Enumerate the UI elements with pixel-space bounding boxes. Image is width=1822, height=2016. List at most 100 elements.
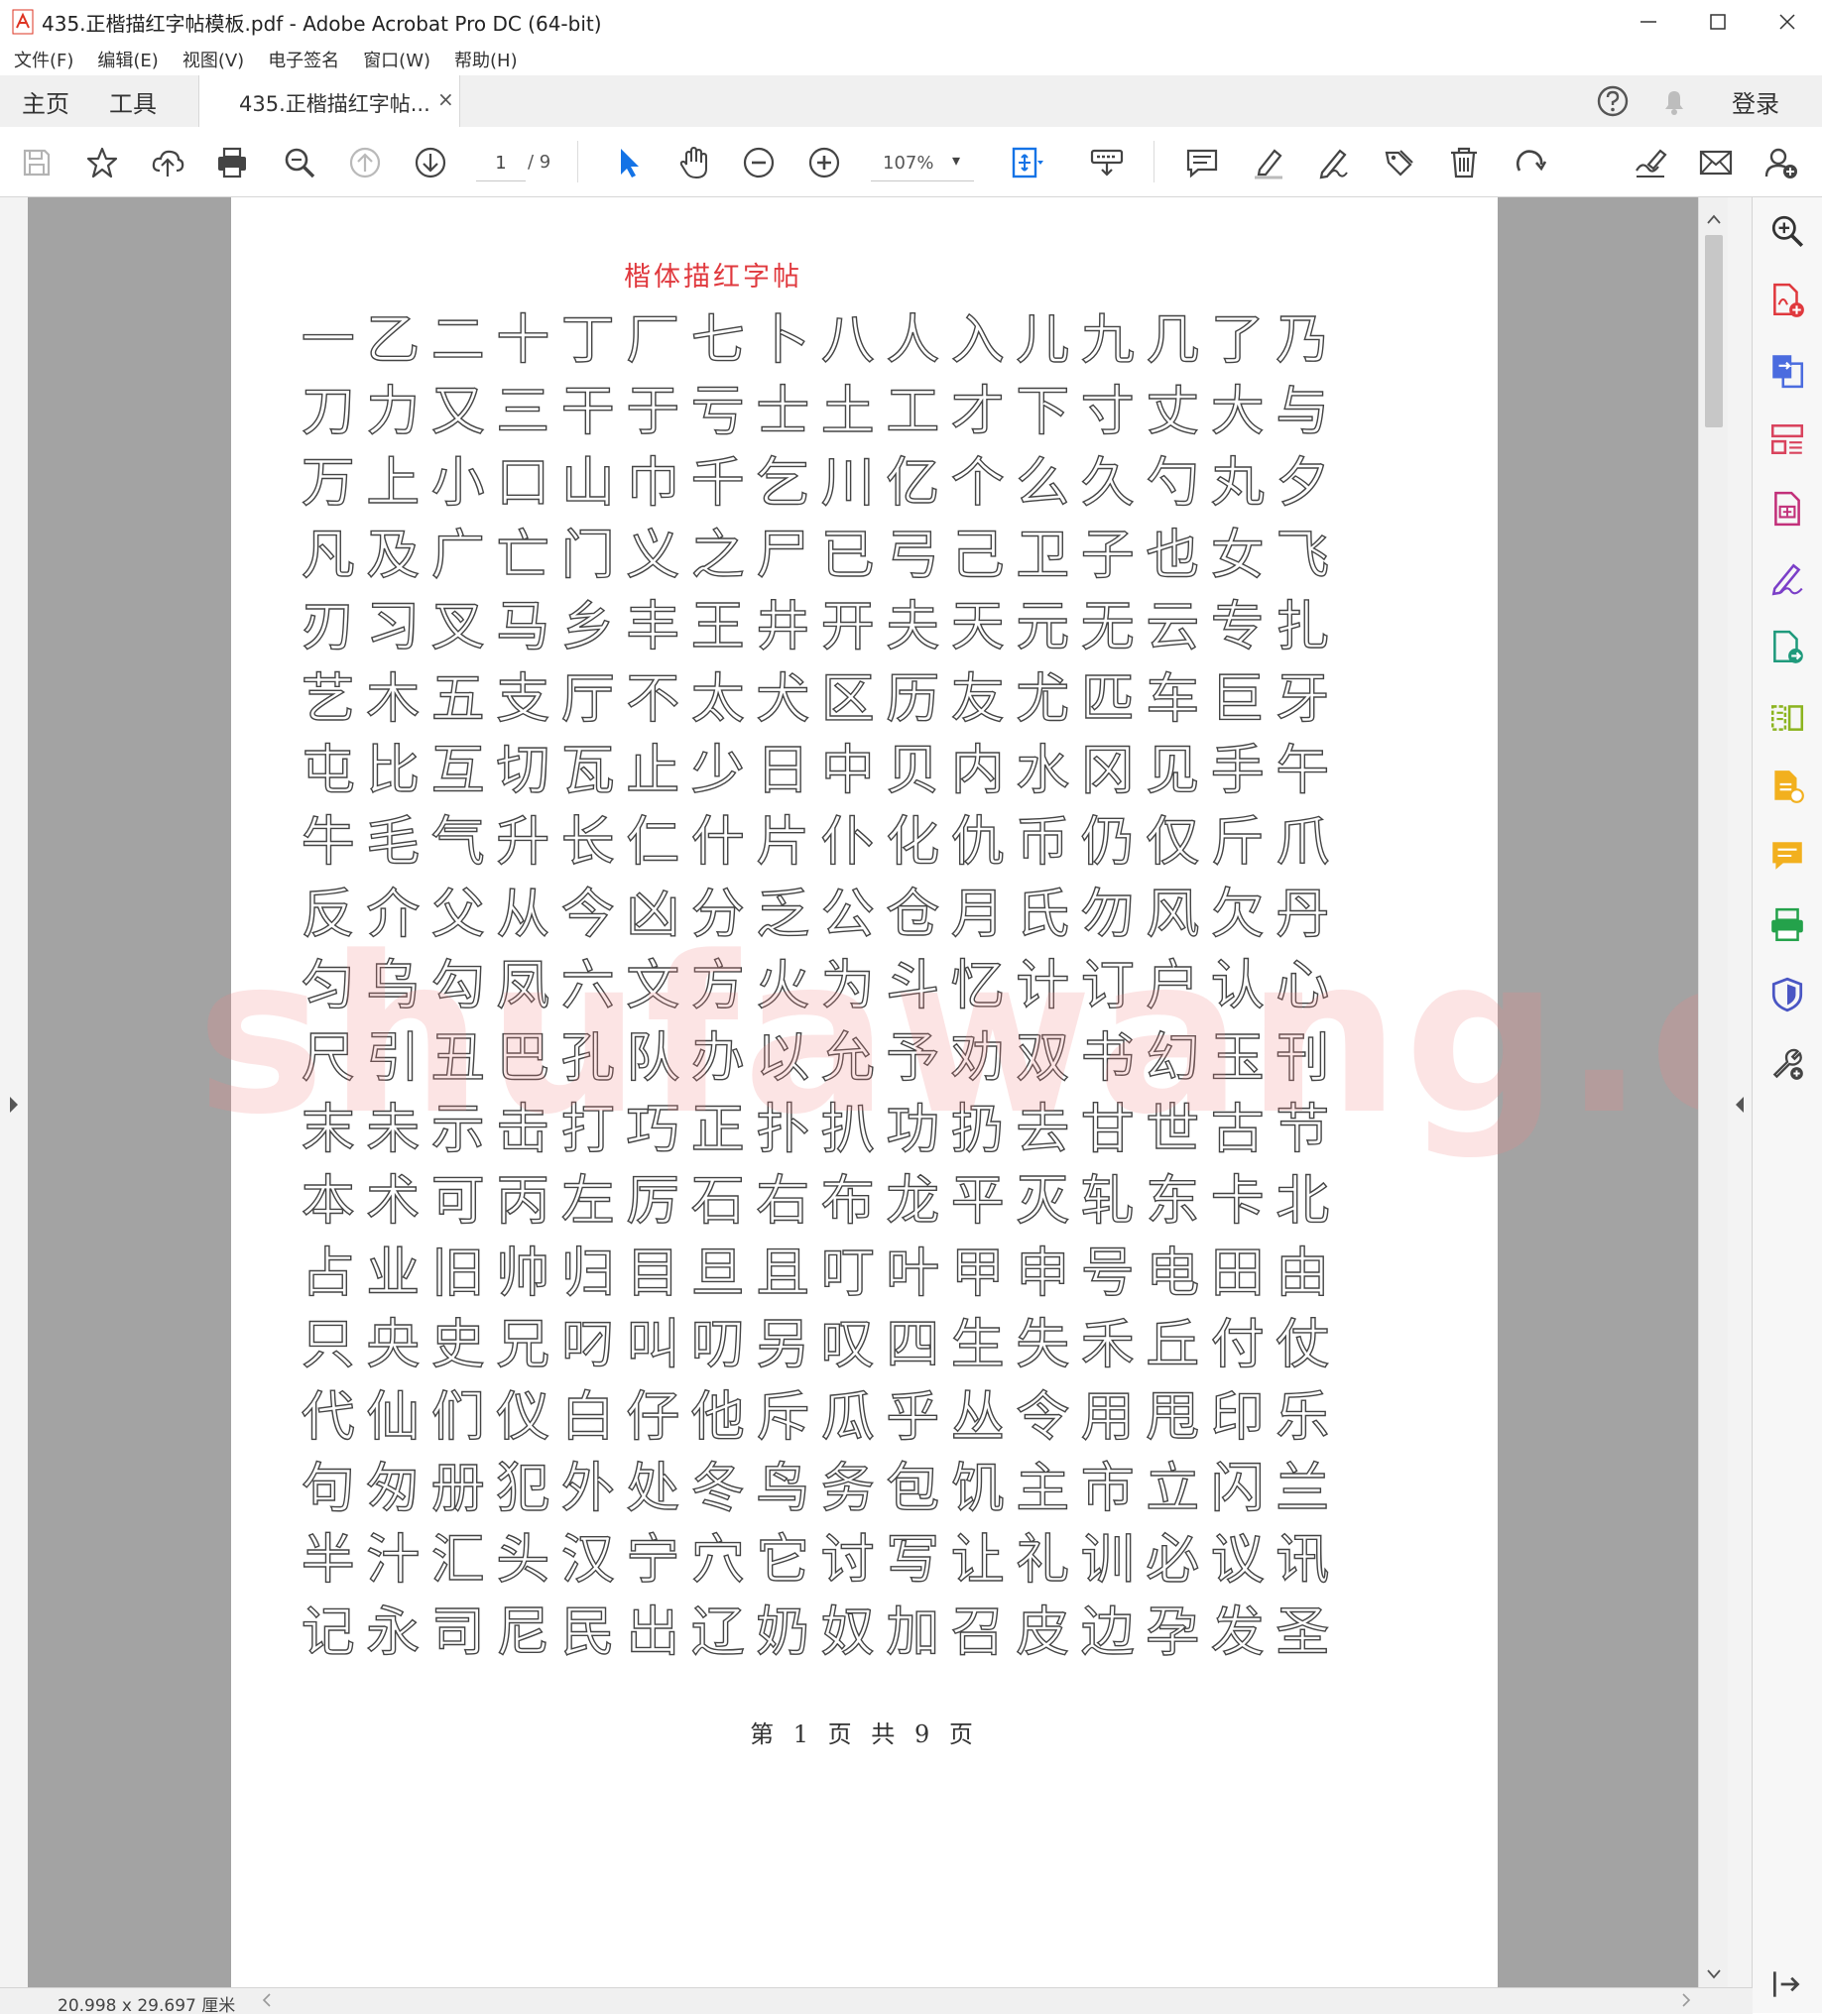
collapse-right-pane-icon[interactable] <box>1734 1095 1746 1119</box>
tracing-character: 士 <box>756 379 810 443</box>
zoom-out-icon[interactable] <box>739 143 779 182</box>
export-file-icon[interactable] <box>1766 766 1808 807</box>
chevron-down-icon: ▾ <box>952 151 961 170</box>
tracing-character: 册 <box>430 1456 485 1519</box>
highlighter-icon[interactable] <box>1249 143 1288 182</box>
comment-icon[interactable] <box>1182 143 1222 182</box>
menu-view[interactable]: 视图(V) <box>181 45 246 74</box>
tracing-character: 及 <box>366 523 421 586</box>
send-review-icon[interactable] <box>1766 627 1808 668</box>
tracing-character: 且 <box>756 1241 810 1304</box>
rotate-icon[interactable] <box>1510 143 1549 182</box>
keyboard-icon[interactable] <box>1087 143 1127 182</box>
scroll-up-icon[interactable] <box>1707 209 1721 228</box>
bookmark-star-icon[interactable] <box>82 143 122 182</box>
compare-icon[interactable] <box>1766 696 1808 738</box>
tracing-character: 元 <box>1016 595 1070 658</box>
tracing-character: 北 <box>1275 1169 1330 1233</box>
menu-window[interactable]: 窗口(W) <box>361 45 432 74</box>
select-cursor-icon[interactable] <box>609 143 649 182</box>
page-down-icon[interactable] <box>411 143 450 182</box>
vertical-scrollbar[interactable] <box>1698 197 1729 1987</box>
scroll-left-icon[interactable] <box>262 1992 272 2012</box>
edit-pdf-icon[interactable] <box>1766 488 1808 530</box>
close-window-button[interactable] <box>1753 0 1822 44</box>
tracing-character: 几 <box>1146 307 1200 371</box>
maximize-button[interactable] <box>1683 0 1753 44</box>
close-tab-button[interactable]: × <box>437 87 454 111</box>
tracing-character: 央 <box>366 1312 421 1376</box>
tracing-character: 仁 <box>626 810 680 874</box>
more-tools-icon[interactable] <box>1766 1043 1808 1085</box>
tracing-character: 尸 <box>756 523 810 586</box>
tracing-character: 入 <box>950 307 1005 371</box>
print-icon[interactable] <box>212 143 252 182</box>
tracing-character: 丛 <box>950 1384 1005 1448</box>
tracing-character: 亡 <box>496 523 550 586</box>
export-pdf-icon[interactable] <box>1766 349 1808 391</box>
tracing-character: 下 <box>1016 379 1070 443</box>
add-user-icon[interactable] <box>1761 143 1801 182</box>
page-footer: 第 1 页 共 9 页 <box>750 1720 979 1748</box>
tracing-character: 之 <box>690 523 745 586</box>
tracing-character: 鸟 <box>756 1456 810 1519</box>
tab-tools[interactable]: 工具 <box>109 75 157 127</box>
tracing-character: 刀 <box>301 379 355 443</box>
tracing-character: 卜 <box>756 307 810 371</box>
tab-document[interactable]: 435.正楷描红字帖... × <box>198 75 460 128</box>
login-button[interactable]: 登录 <box>1732 75 1779 127</box>
tracing-character: 太 <box>690 666 745 730</box>
menu-edit[interactable]: 编辑(E) <box>95 45 160 74</box>
organize-pages-icon[interactable] <box>1766 418 1808 460</box>
tracing-character: 瓦 <box>560 738 615 802</box>
search-zoom-icon[interactable] <box>280 143 319 182</box>
sign-pen-icon[interactable] <box>1313 143 1353 182</box>
save-icon[interactable] <box>17 143 57 182</box>
tab-home[interactable]: 主页 <box>22 75 69 127</box>
expand-left-pane-icon[interactable] <box>8 1095 20 1119</box>
scroll-down-icon[interactable] <box>1707 1964 1721 1983</box>
minimize-button[interactable] <box>1614 0 1683 44</box>
fit-page-icon[interactable] <box>1008 143 1047 182</box>
comment-icon[interactable] <box>1766 835 1808 877</box>
tracing-character: 飞 <box>1275 523 1330 586</box>
menu-esign[interactable]: 电子签名 <box>266 45 341 74</box>
zoom-in-icon[interactable] <box>804 143 844 182</box>
page-up-icon[interactable] <box>345 143 385 182</box>
tracing-character: 布 <box>820 1169 875 1233</box>
hand-icon[interactable] <box>674 143 714 182</box>
zoom-level-dropdown[interactable]: 107% ▾ <box>871 145 974 181</box>
upload-cloud-icon[interactable] <box>148 143 187 182</box>
tracing-character: 可 <box>430 1169 485 1233</box>
tracing-character: 司 <box>430 1600 485 1663</box>
tracing-character: 止 <box>626 738 680 802</box>
collapse-pane-icon[interactable] <box>1766 1963 1808 2005</box>
tracing-character: 汉 <box>560 1528 615 1592</box>
share-tag-icon[interactable] <box>1379 143 1418 182</box>
create-pdf-icon[interactable] <box>1766 280 1808 321</box>
tracing-character: 宁 <box>626 1528 680 1592</box>
tracing-character: 千 <box>690 451 745 515</box>
scrollbar-thumb[interactable] <box>1705 235 1723 427</box>
tracing-character: 市 <box>1080 1456 1135 1519</box>
tracing-character: 又 <box>430 379 485 443</box>
tracing-character: 叫 <box>626 1312 680 1376</box>
menu-file[interactable]: 文件(F) <box>12 45 75 74</box>
tracing-character: 大 <box>1210 379 1265 443</box>
menu-help[interactable]: 帮助(H) <box>452 45 520 74</box>
tracing-character: 另 <box>756 1312 810 1376</box>
scroll-right-icon[interactable] <box>1681 1992 1691 2012</box>
page-number-input[interactable] <box>476 145 526 181</box>
fill-sign-icon[interactable] <box>1766 557 1808 599</box>
trash-icon[interactable] <box>1444 143 1484 182</box>
help-icon[interactable] <box>1595 83 1631 119</box>
tracing-character: 发 <box>1210 1600 1265 1663</box>
scan-icon[interactable] <box>1766 904 1808 946</box>
link-sign-icon[interactable] <box>1631 143 1670 182</box>
notification-bell-icon[interactable] <box>1656 83 1692 119</box>
zoom-search-icon[interactable] <box>1766 210 1808 252</box>
protect-shield-icon[interactable] <box>1766 974 1808 1015</box>
tracing-character: 礼 <box>1016 1528 1070 1592</box>
mail-icon[interactable] <box>1696 143 1736 182</box>
tracing-character: 申 <box>1016 1241 1070 1304</box>
